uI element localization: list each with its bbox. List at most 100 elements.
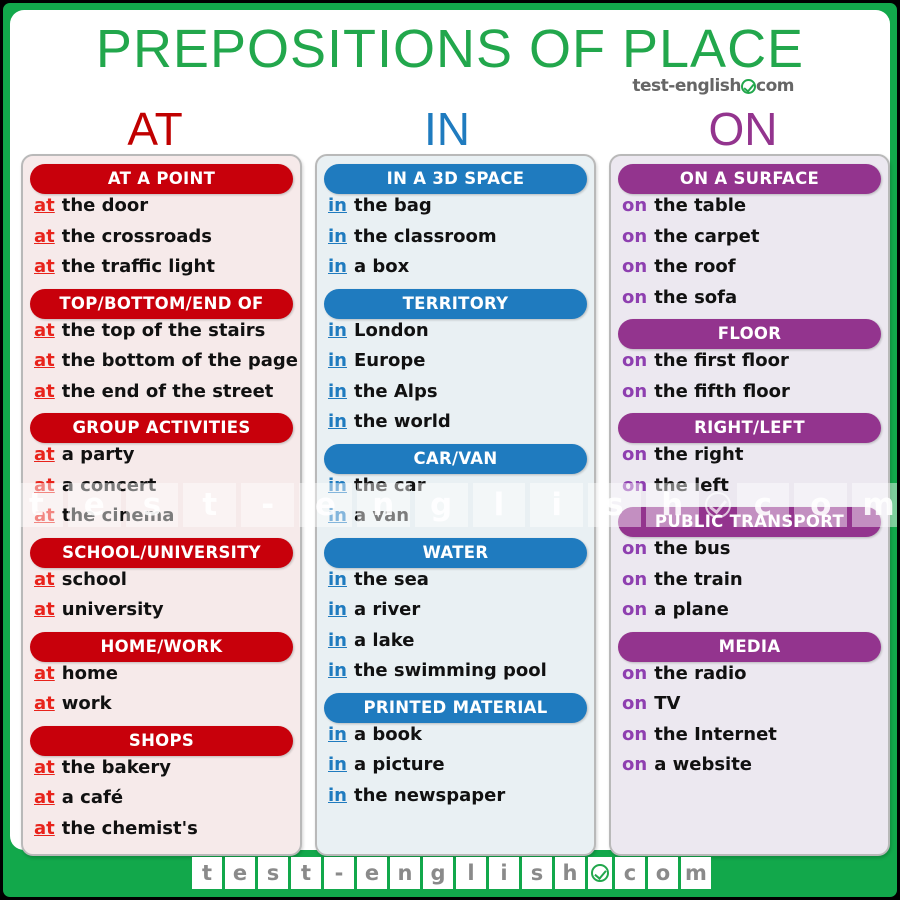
column-letter-at: AT bbox=[127, 103, 183, 155]
phrase-item: in a box bbox=[324, 256, 587, 287]
footer-logo-letter: e bbox=[357, 857, 387, 889]
footer-check-wrapper bbox=[588, 857, 612, 889]
phrase-text: the carpet bbox=[654, 225, 760, 247]
preposition-at: at bbox=[34, 693, 55, 714]
phrase-text: a concert bbox=[61, 474, 157, 496]
section-header: MEDIA bbox=[618, 631, 881, 662]
preposition-on: on bbox=[622, 225, 648, 247]
brand-logo-text-left: test-english bbox=[632, 76, 742, 96]
phrase-item: in the newspaper bbox=[324, 785, 587, 816]
preposition-in: in bbox=[328, 474, 347, 496]
phrase-item: on the carpet bbox=[618, 226, 881, 257]
phrase-text: home bbox=[61, 662, 118, 684]
preposition-at: at bbox=[34, 256, 55, 277]
phrase-item: on the right bbox=[618, 444, 881, 475]
preposition-at: at bbox=[34, 195, 55, 216]
phrase-item: at the door bbox=[30, 195, 293, 226]
footer-logo-letter: m bbox=[681, 857, 711, 889]
preposition-on: on bbox=[622, 693, 648, 714]
phrase-item: at the top of the stairs bbox=[30, 320, 293, 351]
phrase-text: the fifth floor bbox=[654, 380, 790, 402]
preposition-at: at bbox=[34, 756, 55, 778]
phrase-item: in London bbox=[324, 320, 587, 351]
footer-logo-letter: - bbox=[324, 857, 354, 889]
phrase-item: in a van bbox=[324, 505, 587, 536]
section-header: SCHOOL/UNIVERSITY bbox=[30, 537, 293, 568]
column-letters: AT IN ON bbox=[10, 104, 890, 156]
phrase-text: the crossroads bbox=[61, 225, 212, 247]
phrase-text: the bakery bbox=[61, 756, 171, 778]
phrase-item: at a concert bbox=[30, 475, 293, 506]
phrase-item: in a lake bbox=[324, 630, 587, 661]
infographic-poster: PREPOSITIONS OF PLACE test-english com A… bbox=[0, 0, 900, 900]
columns-container: AT A POINT at the door at the crossroads at th… bbox=[21, 154, 890, 858]
column-card-at: AT A POINT at the door at the crossroads at th… bbox=[21, 154, 302, 856]
phrase-text: a website bbox=[654, 754, 753, 775]
preposition-in: in bbox=[328, 660, 347, 681]
section-header: AT A POINT bbox=[30, 164, 293, 194]
phrase-text: a van bbox=[353, 505, 410, 526]
preposition-at: at bbox=[34, 350, 55, 371]
preposition-on: on bbox=[622, 350, 648, 371]
phrase-item: on the Internet bbox=[618, 724, 881, 755]
brand-logo-footer: test-englishcom bbox=[192, 857, 714, 889]
phrase-item: on the fifth floor bbox=[618, 381, 881, 412]
preposition-at: at bbox=[34, 787, 55, 808]
phrase-item: at a party bbox=[30, 444, 293, 475]
phrase-text: a book bbox=[353, 723, 422, 745]
phrase-text: the table bbox=[654, 195, 747, 216]
preposition-on: on bbox=[622, 474, 648, 496]
poster-footer: test-englishcom bbox=[3, 849, 897, 897]
footer-logo-letter: c bbox=[615, 857, 645, 889]
section-header: WATER bbox=[324, 537, 587, 568]
preposition-on: on bbox=[622, 754, 648, 775]
poster-header: PREPOSITIONS OF PLACE test-english com bbox=[10, 10, 890, 106]
preposition-at: at bbox=[34, 319, 55, 341]
phrase-text: the Alps bbox=[353, 380, 438, 402]
section-header: FLOOR bbox=[618, 319, 881, 349]
phrase-item: at the cinema bbox=[30, 505, 293, 536]
phrase-text: the sofa bbox=[654, 286, 738, 308]
section-header: HOME/WORK bbox=[30, 631, 293, 662]
phrase-text: the first floor bbox=[654, 350, 789, 371]
preposition-in: in bbox=[328, 380, 347, 402]
phrase-item: on the left bbox=[618, 475, 881, 506]
phrase-text: the world bbox=[353, 411, 451, 432]
footer-logo-letter: h bbox=[555, 857, 585, 889]
section-header: PUBLIC TRANSPORT bbox=[618, 507, 881, 537]
phrase-item: on TV bbox=[618, 693, 881, 724]
column-card-on: ON A SURFACE on the table on the carpet on the… bbox=[609, 154, 890, 856]
phrase-text: university bbox=[61, 599, 164, 620]
section-header: SHOPS bbox=[30, 725, 293, 756]
phrase-item: on the roof bbox=[618, 256, 881, 287]
preposition-in: in bbox=[328, 568, 347, 590]
phrase-text: Europe bbox=[353, 350, 426, 371]
phrase-item: at the bakery bbox=[30, 757, 293, 788]
phrase-item: at the chemist's bbox=[30, 818, 293, 849]
phrase-item: in the world bbox=[324, 411, 587, 442]
section-header: RIGHT/LEFT bbox=[618, 413, 881, 443]
preposition-on: on bbox=[622, 538, 648, 559]
footer-logo-letter: i bbox=[489, 857, 519, 889]
phrase-text: the radio bbox=[654, 662, 747, 684]
phrase-item: in Europe bbox=[324, 350, 587, 381]
preposition-in: in bbox=[328, 629, 347, 651]
check-circle-icon bbox=[741, 78, 757, 94]
phrase-text: the roof bbox=[654, 256, 736, 277]
preposition-on: on bbox=[622, 444, 648, 465]
phrase-item: in the classroom bbox=[324, 226, 587, 257]
preposition-in: in bbox=[328, 319, 347, 341]
column-letter-in: IN bbox=[424, 103, 470, 155]
brand-logo-text-right: com bbox=[756, 76, 794, 96]
phrase-text: the swimming pool bbox=[353, 660, 547, 681]
preposition-at: at bbox=[34, 225, 55, 247]
phrase-item: in the Alps bbox=[324, 381, 587, 412]
preposition-at: at bbox=[34, 474, 55, 496]
preposition-at: at bbox=[34, 568, 55, 590]
section-header: CAR/VAN bbox=[324, 443, 587, 474]
preposition-at: at bbox=[34, 662, 55, 684]
section-header: GROUP ACTIVITIES bbox=[30, 413, 293, 443]
preposition-in: in bbox=[328, 225, 347, 247]
phrase-item: in a river bbox=[324, 599, 587, 630]
preposition-in: in bbox=[328, 195, 347, 216]
